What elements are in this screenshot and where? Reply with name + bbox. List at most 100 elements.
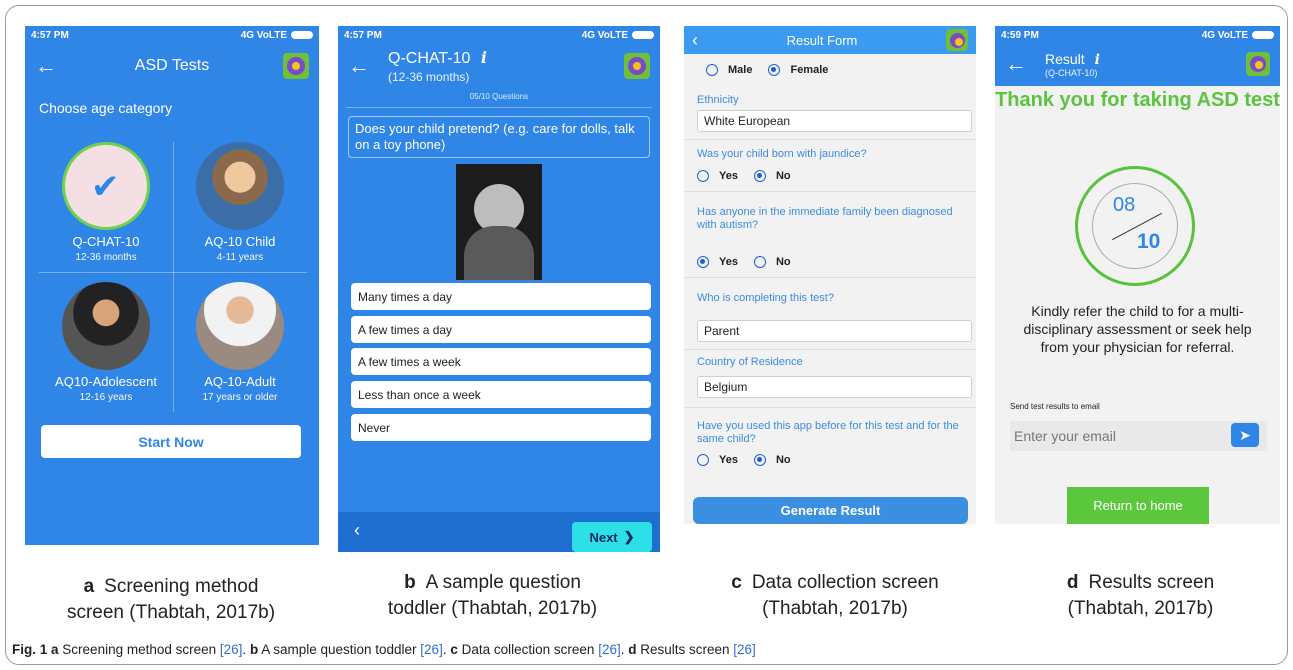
category-age: 4-11 years	[216, 252, 264, 263]
toddler-photo	[456, 164, 542, 280]
answer-option[interactable]: Many times a day	[351, 283, 651, 310]
jaundice-label: Was your child born with jaundice?	[697, 148, 867, 160]
referral-message: Kindly refer the child to for a multi-di…	[1023, 303, 1252, 355]
app-logo-icon	[624, 53, 650, 79]
page-title: ASD Tests	[134, 57, 210, 74]
app-logo-icon	[1246, 52, 1270, 76]
question-counter: 05/10 Questions	[346, 88, 652, 108]
used-before-no-radio[interactable]	[753, 454, 766, 466]
category-qchat10[interactable]: ✔ Q-CHAT-10 12-36 months	[39, 142, 173, 263]
male-radio[interactable]	[706, 64, 718, 76]
send-icon[interactable]: ➤	[1231, 423, 1259, 447]
answer-option[interactable]: A few times a week	[351, 348, 651, 375]
back-arrow-icon[interactable]: ←	[1005, 51, 1031, 77]
country-field[interactable]: Belgium	[697, 376, 972, 398]
category-aq10-adolescent[interactable]: AQ10-Adolescent 12-16 years	[39, 282, 173, 403]
page-title: Q-CHAT-10	[388, 50, 471, 67]
ethnicity-label: Ethnicity	[697, 94, 739, 106]
info-icon[interactable]: i	[1095, 52, 1100, 68]
back-arrow-icon[interactable]: ←	[35, 53, 61, 79]
status-network: 4G VoLTE	[1202, 30, 1274, 41]
age-category-grid: ✔ Q-CHAT-10 12-36 months AQ-10 Child 4-1…	[39, 142, 307, 412]
answer-option[interactable]: Less than once a week	[351, 381, 651, 408]
completer-field[interactable]: Parent	[697, 320, 972, 342]
return-home-button[interactable]: Return to home	[1067, 487, 1209, 524]
screen-question: 4:57 PM 4G VoLTE ← Q-CHAT-10 i (12-36 mo…	[338, 26, 660, 552]
toddler-avatar: ✔	[62, 142, 150, 230]
app-logo-icon	[283, 53, 309, 79]
category-age: 12-16 years	[79, 392, 133, 403]
category-name: AQ10-Adolescent	[55, 374, 157, 389]
adolescent-avatar	[62, 282, 150, 370]
status-time: 4:57 PM	[344, 29, 382, 41]
page-subtitle: (Q-CHAT-10)	[1045, 67, 1098, 78]
figure-caption: Fig. 1 a Screening method screen [26]. b…	[12, 642, 756, 657]
gender-radio-group: Male Female	[706, 64, 844, 76]
adult-avatar	[196, 282, 284, 370]
start-now-button[interactable]: Start Now	[41, 425, 301, 458]
send-email-label: Send test results to email	[1010, 402, 1100, 411]
jaundice-row: Was your child born with jaundice? Yes N…	[684, 140, 976, 192]
next-button[interactable]: Next ❯	[572, 522, 652, 552]
answer-option[interactable]: Never	[351, 414, 651, 441]
completer-label: Who is completing this test?	[697, 292, 834, 304]
ethnicity-row: Ethnicity White European	[684, 82, 976, 140]
app-bar: ‹ Result Form	[684, 26, 976, 54]
family-yes-radio[interactable]	[697, 256, 709, 268]
category-name: Q-CHAT-10	[72, 234, 140, 249]
previous-chevron-icon[interactable]: ‹	[354, 520, 360, 541]
used-before-row: Have you used this app before for this t…	[684, 408, 976, 480]
family-no-radio[interactable]	[753, 256, 766, 268]
category-age: 12-36 months	[75, 252, 137, 263]
question-text: Does your child pretend? (e.g. care for …	[348, 116, 650, 158]
status-network: 4G VoLTE	[582, 30, 654, 41]
status-network: 4G VoLTE	[241, 30, 313, 41]
app-logo-icon	[946, 29, 968, 51]
screen-result: 4:59 PM 4G VoLTE ← Result i (Q-CHAT-10) …	[995, 26, 1280, 524]
caption-a: a Screening method screen (Thabtah, 2017b…	[66, 576, 276, 623]
score-total: 10	[1137, 230, 1161, 253]
caption-c: c Data collection screen (Thabtah, 2017b)	[731, 572, 939, 619]
status-bar: 4:57 PM 4G VoLTE	[25, 26, 319, 44]
caption-d: d Results screen (Thabtah, 2017b)	[1066, 572, 1215, 619]
app-bar: ← Q-CHAT-10 i (12-36 months)	[338, 44, 660, 88]
status-time: 4:57 PM	[31, 29, 69, 41]
family-autism-row: Has anyone in the immediate family been …	[684, 192, 976, 278]
category-aq10-adult[interactable]: AQ-10-Adult 17 years or older	[173, 282, 307, 403]
page-title: Result Form	[786, 32, 858, 48]
ethnicity-field[interactable]: White European	[697, 110, 972, 132]
category-age: 17 years or older	[202, 392, 278, 403]
jaundice-no-radio[interactable]	[753, 170, 766, 182]
child-avatar	[196, 142, 284, 230]
status-bar: 4:59 PM 4G VoLTE	[995, 26, 1280, 44]
category-aq10-child[interactable]: AQ-10 Child 4-11 years	[173, 142, 307, 263]
app-bar: ← Result i (Q-CHAT-10)	[995, 44, 1280, 84]
page-title: Result	[1045, 50, 1085, 67]
chevron-right-icon: ❯	[623, 529, 635, 544]
generate-result-button[interactable]: Generate Result	[693, 497, 968, 524]
screen-result-form: ‹ Result Form Male Female Ethnicity Whit…	[684, 26, 976, 524]
category-name: AQ-10 Child	[204, 234, 276, 249]
email-input[interactable]: Enter your email	[1010, 421, 1267, 451]
back-arrow-icon[interactable]: ←	[348, 53, 374, 79]
answer-option[interactable]: A few times a day	[351, 316, 651, 343]
info-icon[interactable]: i	[481, 48, 487, 67]
score-value: 08	[1113, 194, 1136, 216]
status-bar: 4:57 PM 4G VoLTE	[338, 26, 660, 44]
score-ring: 08 10	[1075, 166, 1195, 286]
caption-b: bA sample question toddler (Thabtah, 201…	[387, 572, 598, 619]
category-name: AQ-10-Adult	[204, 374, 276, 389]
app-bar: ← ASD Tests	[25, 44, 319, 88]
choose-age-label: Choose age category	[39, 100, 173, 116]
status-time: 4:59 PM	[1001, 29, 1039, 41]
country-row: Country of Residence Belgium	[684, 350, 976, 408]
thank-you-heading: Thank you for taking ASD test	[995, 89, 1280, 111]
country-label: Country of Residence	[697, 356, 803, 368]
screen-asd-tests: 4:57 PM 4G VoLTE ← ASD Tests Choose age …	[25, 26, 319, 545]
female-radio[interactable]	[768, 64, 781, 76]
completer-row: Who is completing this test? Parent	[684, 278, 976, 350]
used-before-label: Have you used this app before for this t…	[697, 420, 959, 445]
jaundice-yes-radio[interactable]	[697, 170, 709, 182]
used-before-yes-radio[interactable]	[697, 454, 709, 466]
family-autism-label: Has anyone in the immediate family been …	[697, 206, 953, 231]
